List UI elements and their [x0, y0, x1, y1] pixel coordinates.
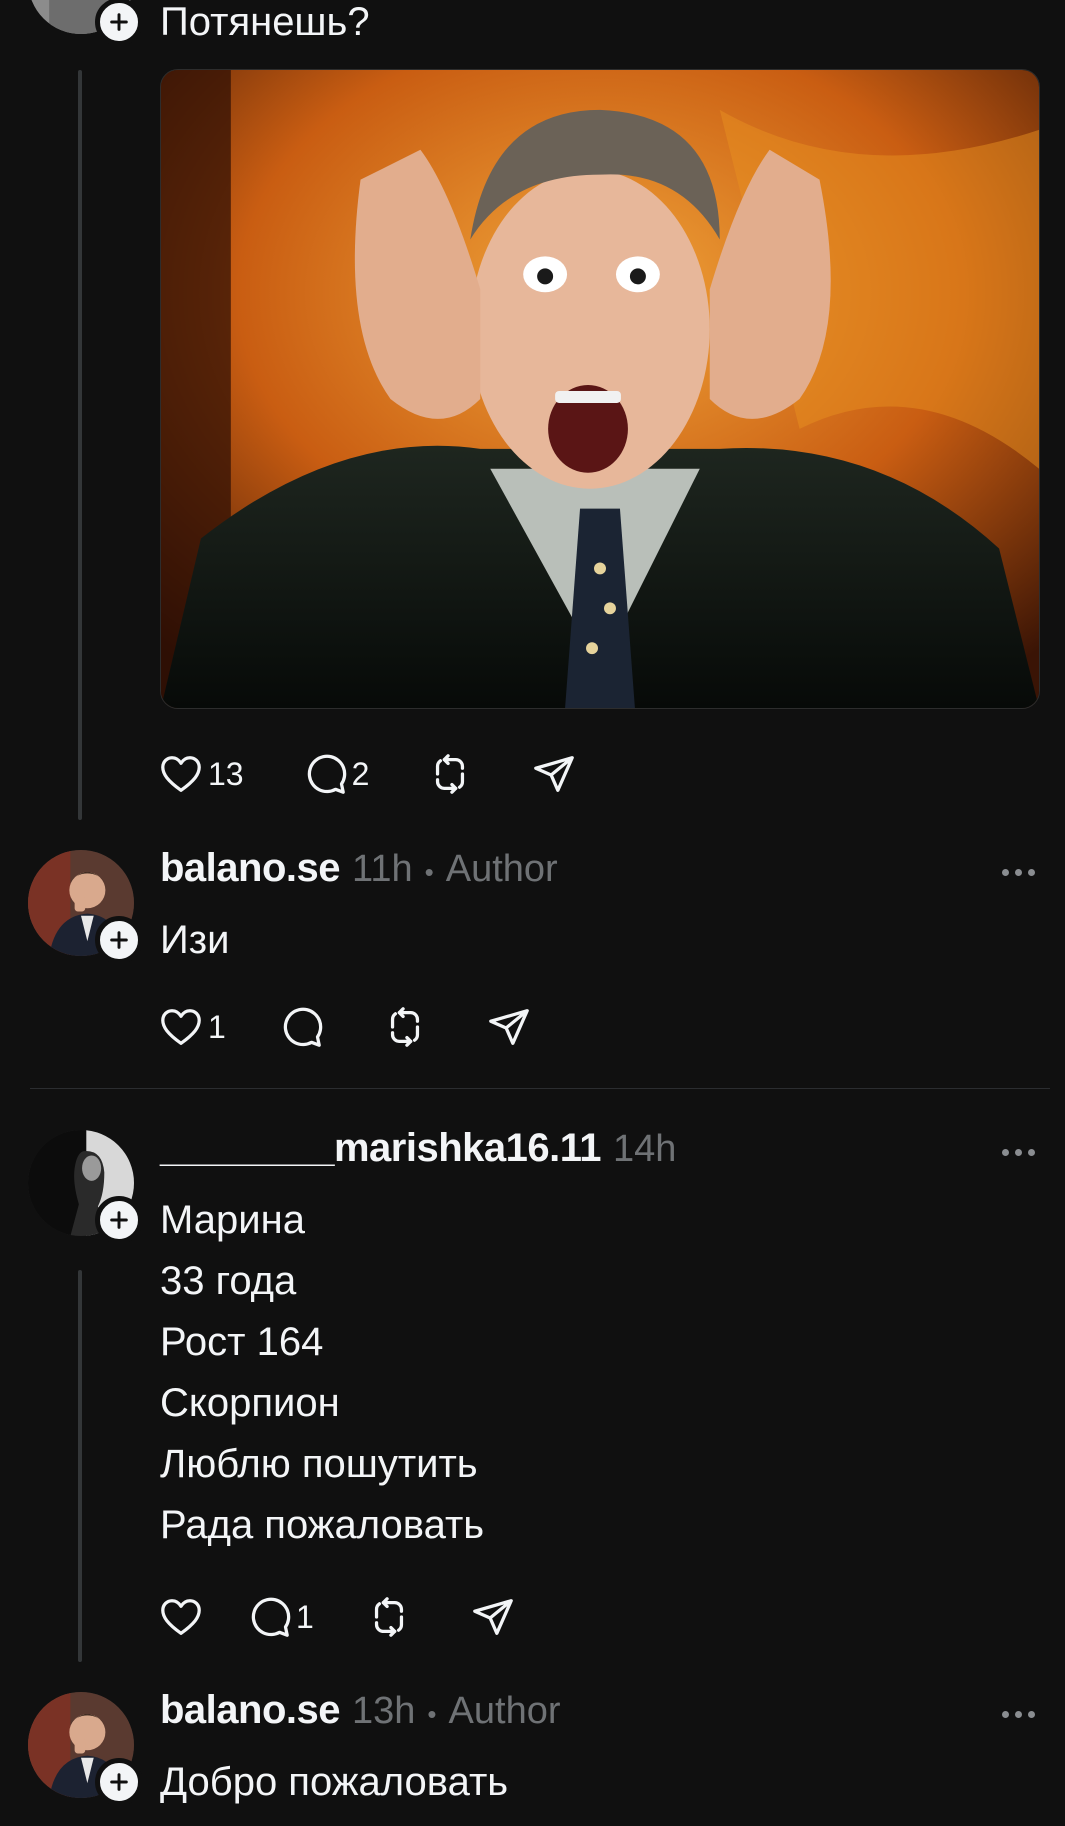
comment-icon — [283, 1007, 323, 1047]
author-badge: Author — [445, 848, 558, 890]
like-button[interactable]: 1 — [158, 1004, 226, 1050]
username[interactable]: ________marishka16.11 — [160, 1126, 602, 1171]
thread-line — [78, 70, 82, 820]
reply-actions: 1 — [158, 1594, 516, 1640]
post-image[interactable] — [160, 69, 1040, 709]
more-options-icon[interactable] — [1002, 1149, 1035, 1156]
follow-plus-icon[interactable] — [95, 1758, 143, 1806]
text-line: Скорпион — [160, 1381, 340, 1425]
share-button[interactable] — [470, 1594, 516, 1640]
comment-icon — [307, 754, 346, 794]
like-button[interactable] — [158, 1594, 204, 1640]
text-line: 33 года — [160, 1259, 297, 1303]
thread-view: Потянешь? 13 2 balano.se 11h • Author Из… — [0, 0, 1065, 1826]
share-button[interactable] — [486, 1004, 532, 1050]
reply-text: Марина 33 года Рост 164 Скорпион Люблю п… — [160, 1190, 484, 1556]
repost-button[interactable] — [427, 751, 473, 797]
reply-text: Изи — [160, 918, 230, 962]
more-options-icon[interactable] — [1002, 869, 1035, 876]
comment-icon — [251, 1597, 291, 1637]
follow-plus-icon[interactable] — [95, 1196, 143, 1244]
heart-icon — [161, 1009, 201, 1045]
reply-header: balano.se 13h • Author — [160, 1688, 561, 1733]
username[interactable]: balano.se — [160, 846, 341, 891]
timestamp: 13h — [352, 1690, 416, 1732]
heart-icon — [161, 1599, 201, 1635]
reply-count: 2 — [351, 755, 370, 792]
like-button[interactable]: 13 — [158, 751, 244, 797]
divider — [30, 1088, 1050, 1089]
reply-button[interactable]: 2 — [302, 751, 370, 797]
thread-line — [78, 1270, 82, 1662]
separator: • — [427, 1699, 437, 1729]
reply-button[interactable]: 1 — [246, 1594, 314, 1640]
reply-header: ________marishka16.11 14h — [160, 1126, 676, 1171]
text-line: Рост 164 — [160, 1320, 324, 1364]
repost-button[interactable] — [382, 1004, 428, 1050]
author-badge: Author — [448, 1690, 561, 1732]
heart-icon — [161, 756, 201, 792]
follow-plus-icon[interactable] — [95, 0, 143, 46]
share-button[interactable] — [531, 751, 577, 797]
send-icon — [472, 1599, 513, 1635]
repost-icon — [390, 1007, 419, 1047]
repost-button[interactable] — [366, 1594, 412, 1640]
reply-button[interactable] — [278, 1004, 324, 1050]
text-line: Рада пожаловать — [160, 1503, 485, 1547]
reply-text: Добро пожаловать — [160, 1760, 509, 1804]
send-icon — [488, 1009, 529, 1045]
text-line: Люблю пошутить — [160, 1442, 478, 1486]
post-actions: 13 2 — [158, 751, 577, 797]
username[interactable]: balano.se — [160, 1688, 341, 1733]
repost-icon — [374, 1597, 403, 1637]
more-options-icon[interactable] — [1002, 1711, 1035, 1718]
reply-count: 1 — [296, 1598, 314, 1635]
separator: • — [424, 857, 434, 887]
like-count: 13 — [208, 755, 244, 792]
follow-plus-icon[interactable] — [95, 916, 143, 964]
like-count: 1 — [208, 1008, 226, 1045]
timestamp: 11h — [352, 848, 413, 890]
send-icon — [534, 756, 575, 792]
timestamp: 14h — [613, 1128, 677, 1170]
text-line: Марина — [160, 1198, 305, 1242]
repost-icon — [436, 754, 465, 794]
reply-actions: 1 — [158, 1004, 532, 1050]
reply-header: balano.se 11h • Author — [160, 846, 558, 891]
post-text: Потянешь? — [160, 0, 370, 44]
